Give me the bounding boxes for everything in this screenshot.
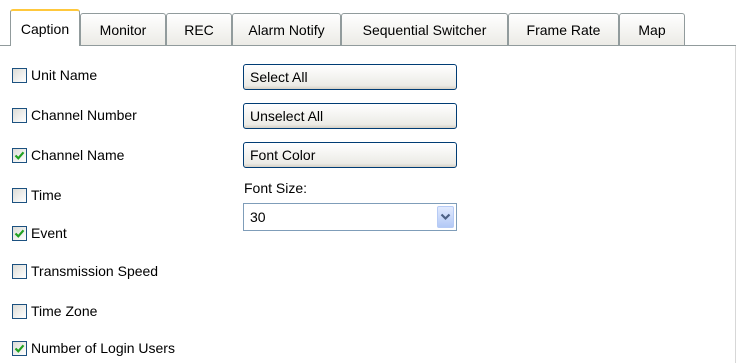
option-channel-number[interactable]: Channel Number [12, 104, 137, 126]
option-label: Channel Name [31, 147, 125, 163]
checkbox-channel-number[interactable] [12, 107, 27, 123]
tab-caption[interactable]: Caption [10, 9, 80, 46]
checkbox-transmission-speed[interactable] [12, 263, 27, 279]
tab-rec[interactable]: REC [166, 13, 232, 45]
chevron-down-icon [440, 213, 451, 221]
option-unit-name[interactable]: Unit Name [12, 64, 97, 86]
checkbox-time-zone[interactable] [12, 303, 27, 319]
option-transmission-speed[interactable]: Transmission Speed [12, 260, 158, 282]
option-time[interactable]: Time [12, 184, 62, 206]
tab-monitor[interactable]: Monitor [80, 13, 166, 45]
checkbox-number-of-login-users[interactable] [12, 340, 27, 356]
font-size-select[interactable]: 30 [243, 203, 457, 231]
option-channel-name[interactable]: Channel Name [12, 144, 124, 166]
checkmark-icon [14, 344, 25, 353]
checkmark-icon [14, 151, 25, 160]
tab-strip: Caption Monitor REC Alarm Notify Sequent… [0, 0, 736, 46]
tab-alarm-notify[interactable]: Alarm Notify [232, 13, 341, 45]
dropdown-button[interactable] [437, 206, 454, 228]
checkbox-event[interactable] [12, 225, 27, 241]
tab-sequential-switcher[interactable]: Sequential Switcher [341, 13, 508, 45]
option-label: Unit Name [31, 67, 98, 83]
option-label: Number of Login Users [31, 340, 175, 356]
option-label: Event [31, 225, 67, 241]
font-size-label: Font Size: [244, 180, 308, 196]
option-label: Time [31, 187, 62, 203]
checkbox-unit-name[interactable] [12, 67, 27, 83]
checkbox-channel-name[interactable] [12, 147, 27, 163]
checkmark-icon [14, 229, 25, 238]
unselect-all-button[interactable]: Unselect All [243, 103, 457, 129]
font-color-button[interactable]: Font Color [243, 142, 457, 168]
option-number-of-login-users[interactable]: Number of Login Users [12, 337, 175, 359]
font-size-value: 30 [250, 209, 266, 225]
option-label: Channel Number [31, 107, 137, 123]
option-event[interactable]: Event [12, 222, 67, 244]
option-label: Transmission Speed [31, 263, 159, 279]
option-label: Time Zone [31, 303, 98, 319]
checkbox-time[interactable] [12, 187, 27, 203]
tab-map[interactable]: Map [619, 13, 685, 45]
tab-frame-rate[interactable]: Frame Rate [508, 13, 619, 45]
select-all-button[interactable]: Select All [243, 64, 457, 90]
option-time-zone[interactable]: Time Zone [12, 300, 97, 322]
